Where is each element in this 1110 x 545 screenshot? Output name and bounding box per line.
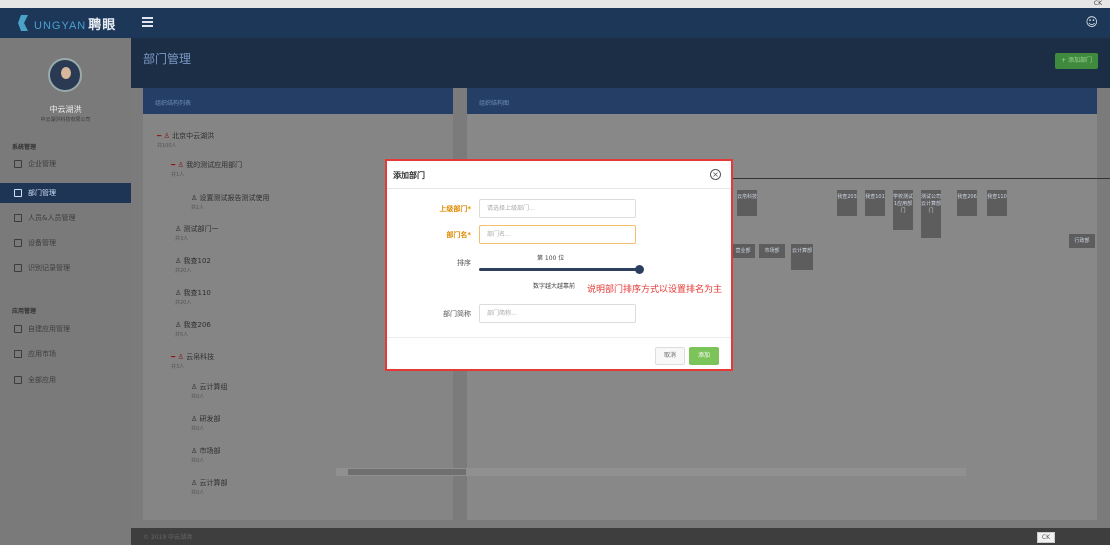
browser-top-strip: CK bbox=[0, 0, 1110, 8]
order-slider[interactable] bbox=[479, 268, 641, 271]
store-icon bbox=[14, 350, 22, 358]
org-node-box[interactable]: 营业部 bbox=[731, 244, 755, 258]
department-name-label: 部门名* bbox=[446, 231, 471, 239]
avatar[interactable] bbox=[48, 58, 82, 92]
tree-node[interactable]: ♙ 设置测试报告测试使用 共1人 bbox=[191, 193, 270, 211]
add-department-modal: 添加部门 × 上级部门* 部门名* 排序 第 100 位 数字越大越靠前 说明部… bbox=[385, 159, 733, 371]
org-node-box[interactable]: 我查110 bbox=[987, 190, 1007, 216]
people-icon bbox=[14, 214, 22, 222]
department-name-row: 部门名* bbox=[387, 225, 731, 245]
tree-node[interactable]: ♙ 我查110 共20人 bbox=[175, 288, 211, 306]
top-right-text: CK bbox=[1093, 0, 1102, 7]
tree-node[interactable]: ♙ 测试部门一 共3人 bbox=[175, 224, 219, 242]
brand-cn: 聘眼 bbox=[88, 16, 117, 32]
chart-icon bbox=[14, 264, 22, 272]
org-node-box[interactable]: 云帛科技 bbox=[737, 190, 757, 216]
device-icon bbox=[14, 239, 22, 247]
order-label: 排序 bbox=[457, 259, 471, 267]
tree-node[interactable]: ♙ 我查206 共5人 bbox=[175, 320, 211, 338]
parent-department-label: 上级部门* bbox=[439, 205, 471, 213]
short-name-input[interactable] bbox=[479, 304, 636, 323]
top-navbar: UNGYAN 聘眼 ☺ bbox=[0, 8, 1110, 38]
horizontal-scrollbar[interactable] bbox=[336, 468, 966, 476]
sidebar-item-all-apps[interactable]: 全部应用 bbox=[0, 370, 131, 390]
logo-mark-icon bbox=[18, 15, 28, 31]
tree-node[interactable]: ♙ 云计算部 共0人 bbox=[191, 478, 228, 496]
order-hint: 数字越大越靠前 bbox=[533, 283, 576, 290]
home-icon bbox=[14, 160, 22, 168]
sidebar-item-department[interactable]: 部门管理 bbox=[0, 183, 131, 203]
sidebar: 中云湖洪 中云湖洪科技有限公司 系统管理 企业管理 部门管理 人员&人员管理 设… bbox=[0, 38, 131, 545]
tree-node[interactable]: ♙ 云计算组 共0人 bbox=[191, 382, 228, 400]
close-icon[interactable]: × bbox=[710, 169, 721, 180]
modal-header: 添加部门 × bbox=[387, 161, 731, 189]
parent-department-row: 上级部门* bbox=[387, 199, 731, 219]
org-node-box[interactable]: 我查206 bbox=[957, 190, 977, 216]
org-chart-title: 组织结构图 bbox=[467, 88, 1097, 114]
parent-department-input[interactable] bbox=[479, 199, 636, 218]
order-value: 第 100 位 bbox=[537, 255, 565, 262]
org-node-box[interactable]: 行政部 bbox=[1069, 234, 1095, 248]
tree-node[interactable]: ━ ♙ 云帛科技 共3人 bbox=[171, 352, 214, 370]
scrollbar-thumb[interactable] bbox=[348, 469, 466, 475]
short-name-label: 部门简称 bbox=[443, 310, 471, 318]
menu-toggle-icon[interactable] bbox=[142, 17, 153, 27]
page-title: 部门管理 bbox=[143, 52, 192, 66]
tree-node[interactable]: ♙ 我查102 共20人 bbox=[175, 256, 211, 274]
short-name-row: 部门简称 bbox=[387, 304, 731, 324]
section-title-apps: 应用管理 bbox=[12, 308, 37, 315]
sidebar-item-company[interactable]: 企业管理 bbox=[0, 154, 131, 174]
org-node-box[interactable]: 学校测试1应用部门 bbox=[893, 190, 913, 230]
bottom-badge: CK bbox=[1036, 532, 1055, 543]
sidebar-item-app-market[interactable]: 应用市场 bbox=[0, 344, 131, 364]
section-title-system: 系统管理 bbox=[12, 144, 37, 151]
apps-icon bbox=[14, 376, 22, 384]
modal-title: 添加部门 bbox=[393, 171, 425, 180]
org-node-box[interactable]: 测试公司云计算部门 bbox=[921, 190, 941, 238]
sidebar-item-staff[interactable]: 人员&人员管理 bbox=[0, 208, 131, 228]
department-icon bbox=[14, 189, 22, 197]
user-icon[interactable]: ☺ bbox=[1085, 15, 1098, 29]
org-node-box[interactable]: 市场部 bbox=[759, 244, 785, 258]
sidebar-item-records[interactable]: 识别记录管理 bbox=[0, 258, 131, 278]
tree-node[interactable]: ━ ♙ 我的测试应用部门 共1人 bbox=[171, 160, 242, 178]
sidebar-item-custom-apps[interactable]: 自建应用管理 bbox=[0, 319, 131, 339]
brand-en: UNGYAN bbox=[34, 19, 87, 32]
org-node-box[interactable]: 云计算部 bbox=[791, 244, 813, 270]
logo[interactable]: UNGYAN 聘眼 bbox=[18, 8, 116, 38]
red-annotation: 说明部门排序方式以设置排名为主 bbox=[587, 285, 723, 295]
modal-footer: 取消 添加 bbox=[387, 337, 731, 369]
copyright: © 2019 中云湖洪 bbox=[143, 534, 193, 541]
org-node-box[interactable]: 我查101 bbox=[865, 190, 885, 216]
org-list-title: 组织结构列表 bbox=[143, 88, 453, 114]
order-slider-handle[interactable] bbox=[635, 265, 644, 274]
tree-node[interactable]: ♙ 市场部 共0人 bbox=[191, 446, 221, 464]
cancel-button[interactable]: 取消 bbox=[655, 347, 685, 365]
footer: © 2019 中云湖洪 bbox=[131, 528, 1110, 545]
add-button[interactable]: 添加 bbox=[689, 347, 719, 365]
sidebar-item-device[interactable]: 设备管理 bbox=[0, 233, 131, 253]
org-node-box[interactable]: 我查203 bbox=[837, 190, 857, 216]
org-name: 中云湖洪科技有限公司 bbox=[40, 117, 91, 123]
tree-node[interactable]: ━ ♙ 北京中云湖洪 共100人 bbox=[157, 131, 214, 149]
page-header: 部门管理 + 添加部门 bbox=[131, 38, 1110, 88]
user-name[interactable]: 中云湖洪 bbox=[0, 104, 131, 115]
add-department-button[interactable]: + 添加部门 bbox=[1055, 53, 1098, 69]
department-name-input[interactable] bbox=[479, 225, 636, 244]
tree-node[interactable]: ♙ 研发部 共0人 bbox=[191, 414, 221, 432]
grid-icon bbox=[14, 325, 22, 333]
